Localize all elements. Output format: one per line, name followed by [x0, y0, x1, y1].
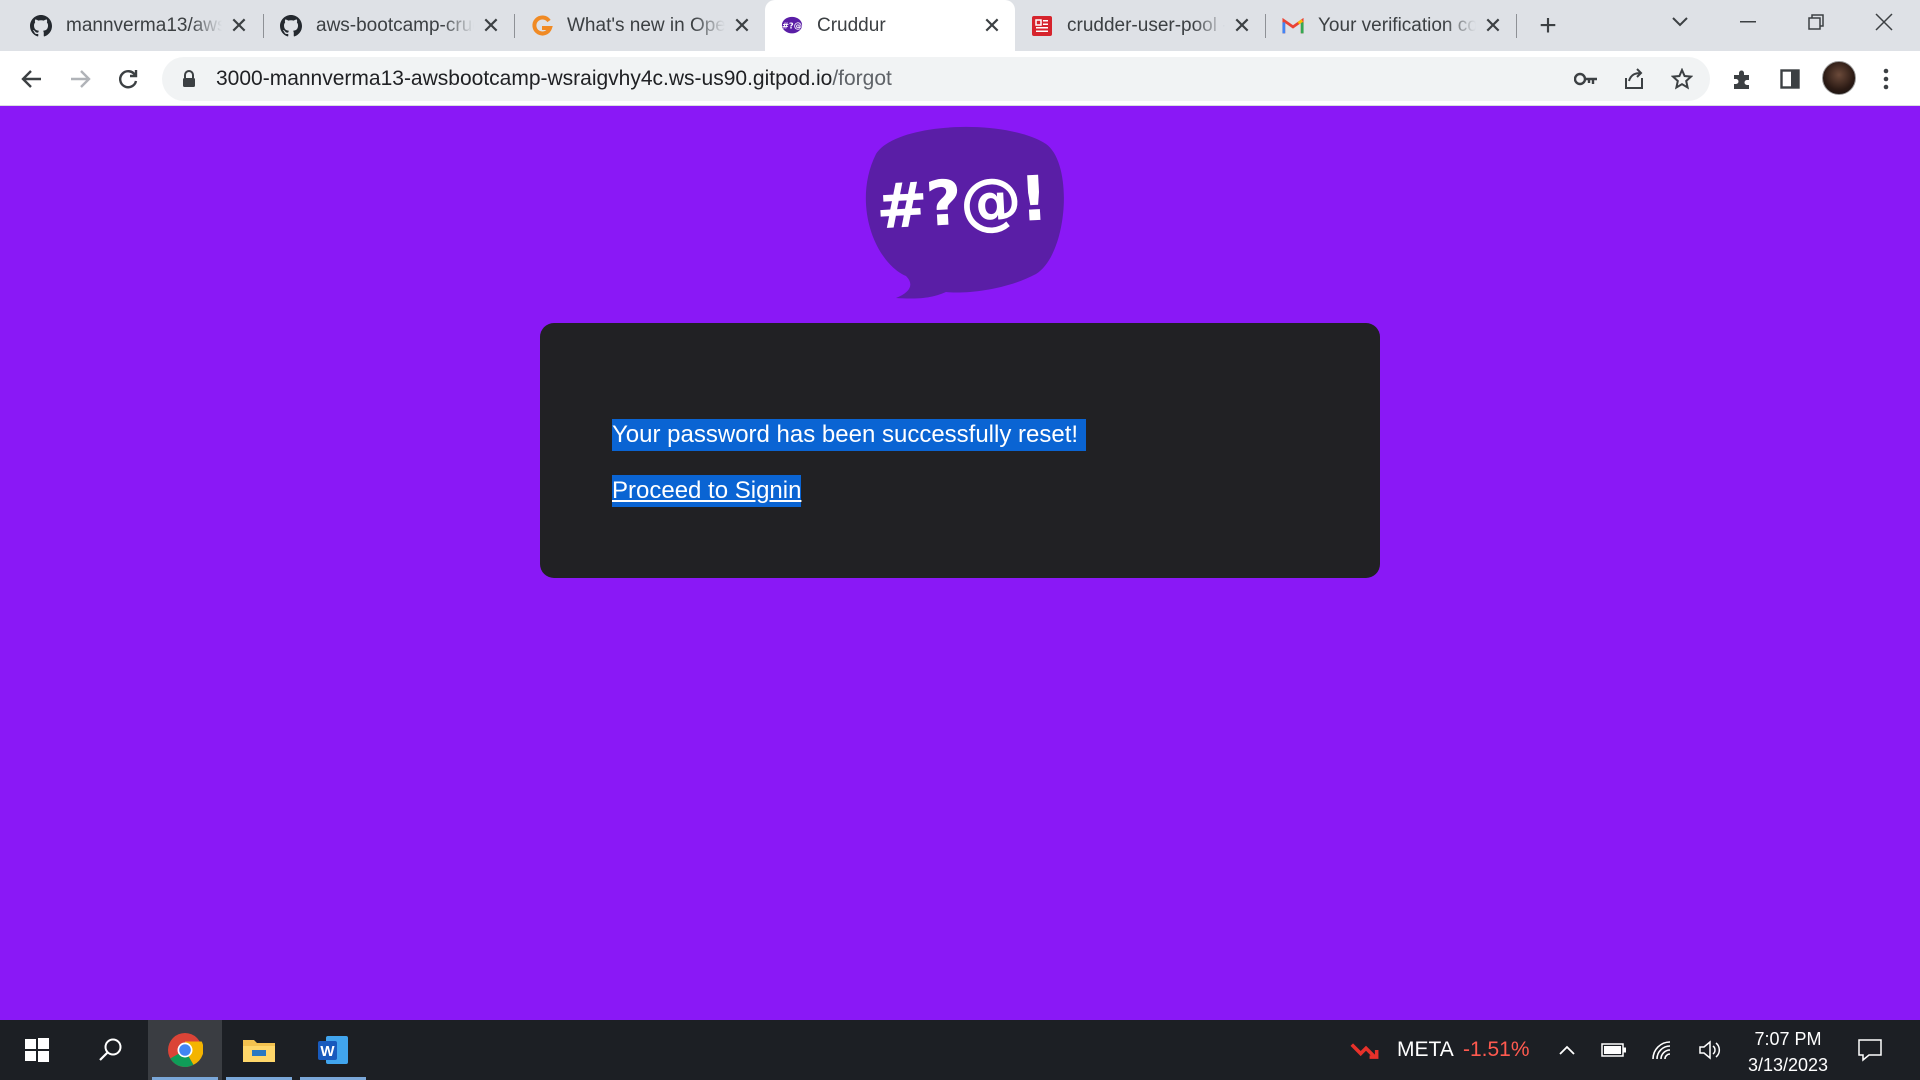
folder-icon	[243, 1040, 275, 1062]
close-window-button[interactable]	[1856, 0, 1912, 44]
close-tab-icon[interactable]: ✕	[1231, 13, 1253, 38]
back-button[interactable]	[14, 61, 50, 97]
github-icon	[30, 14, 52, 37]
windows-logo-icon	[25, 1038, 49, 1062]
profile-avatar[interactable]	[1822, 61, 1856, 95]
cruddur-icon: #?@	[781, 15, 803, 37]
tab-github-repo[interactable]: mannverma13/aws-bootcamp-cruddur-2023 ✕	[0, 0, 262, 51]
tab-search-icon[interactable]	[1652, 0, 1708, 44]
search-button[interactable]	[74, 1020, 148, 1080]
logo-text: #?@!	[874, 161, 1048, 244]
tab-cognito[interactable]: crudder-user-pool - Cognito ✕	[1015, 0, 1265, 51]
clock-time: 7:07 PM	[1754, 1029, 1822, 1049]
extensions-puzzle-icon[interactable]	[1726, 63, 1758, 95]
proceed-to-signin-link[interactable]: Proceed to Signin	[612, 475, 802, 507]
show-hidden-icons-icon[interactable]	[1551, 1034, 1583, 1066]
tab-title: Your verification code - Gmail	[1318, 14, 1476, 36]
battery-icon[interactable]	[1598, 1034, 1630, 1066]
tab-title: aws-bootcamp-cruddur-2023	[316, 14, 474, 36]
bookmark-star-icon[interactable]	[1668, 65, 1696, 93]
close-tab-icon[interactable]: ✕	[731, 13, 753, 38]
close-tab-icon[interactable]: ✕	[1482, 13, 1504, 38]
address-bar[interactable]: 3000-mannverma13-awsbootcamp-wsraigvhy4c…	[162, 57, 1710, 101]
key-icon[interactable]	[1572, 65, 1600, 93]
tab-title: mannverma13/aws-bootcamp-cruddur-2023	[66, 14, 222, 36]
gmail-icon	[1282, 15, 1304, 37]
search-icon	[99, 1038, 122, 1061]
wifi-icon[interactable]	[1646, 1034, 1678, 1066]
tab-title: Cruddur	[817, 14, 886, 36]
lock-icon[interactable]	[182, 70, 196, 88]
svg-text:#?@: #?@	[782, 20, 802, 30]
url-host: 3000-mannverma13-awsbootcamp-wsraigvhy4c…	[216, 67, 833, 90]
tab-gmail[interactable]: Your verification code - Gmail ✕	[1266, 0, 1516, 51]
cruddur-logo: #?@!	[856, 124, 1066, 300]
browser-toolbar: 3000-mannverma13-awsbootcamp-wsraigvhy4c…	[0, 51, 1920, 106]
aws-cognito-icon	[1031, 15, 1053, 37]
close-tab-icon[interactable]: ✕	[228, 13, 250, 38]
forward-button[interactable]	[62, 61, 98, 97]
url-text[interactable]: 3000-mannverma13-awsbootcamp-wsraigvhy4c…	[216, 67, 892, 91]
tab-title: What's new in OpenAI	[567, 14, 725, 36]
taskbar-file-explorer[interactable]	[222, 1020, 296, 1080]
stock-chart-icon[interactable]	[1350, 1034, 1382, 1066]
share-icon[interactable]	[1620, 65, 1648, 93]
clock-date: 3/13/2023	[1747, 1055, 1829, 1075]
g-logo-icon	[531, 15, 553, 37]
tab-divider	[1516, 14, 1517, 38]
minimize-button[interactable]	[1720, 0, 1776, 44]
word-icon: W	[318, 1036, 348, 1064]
tab-github-bootcamp[interactable]: aws-bootcamp-cruddur-2023 ✕	[264, 0, 514, 51]
tab-cruddur[interactable]: #?@ Cruddur ✕	[765, 0, 1015, 51]
windows-taskbar: W META -1.51% 7:07 PM 3/13/2023	[0, 1020, 1920, 1080]
close-tab-icon[interactable]: ✕	[981, 13, 1003, 38]
github-icon	[280, 14, 302, 37]
svg-text:W: W	[320, 1043, 335, 1060]
side-panel-icon[interactable]	[1774, 63, 1806, 95]
notifications-icon[interactable]	[1854, 1034, 1886, 1066]
volume-icon[interactable]	[1694, 1034, 1726, 1066]
new-tab-button[interactable]: +	[1530, 8, 1566, 44]
start-button[interactable]	[0, 1020, 74, 1080]
reload-button[interactable]	[110, 61, 146, 97]
more-menu-icon[interactable]	[1870, 63, 1902, 95]
chrome-icon	[168, 1033, 203, 1067]
success-message: Your password has been successfully rese…	[612, 419, 1087, 451]
tab-strip: mannverma13/aws-bootcamp-cruddur-2023 ✕ …	[0, 0, 1920, 51]
stock-change: -1.51%	[1463, 1038, 1530, 1061]
tab-whats-new[interactable]: What's new in OpenAI ✕	[515, 0, 765, 51]
system-clock[interactable]: 7:07 PM 3/13/2023	[1730, 1026, 1846, 1078]
tab-title: crudder-user-pool - Cognito	[1067, 14, 1225, 36]
close-tab-icon[interactable]: ✕	[480, 13, 502, 38]
restore-button[interactable]	[1788, 0, 1844, 44]
taskbar-word[interactable]: W	[296, 1020, 370, 1080]
stock-symbol[interactable]: META	[1397, 1020, 1454, 1080]
url-path: /forgot	[832, 67, 892, 90]
taskbar-chrome[interactable]	[148, 1020, 222, 1080]
